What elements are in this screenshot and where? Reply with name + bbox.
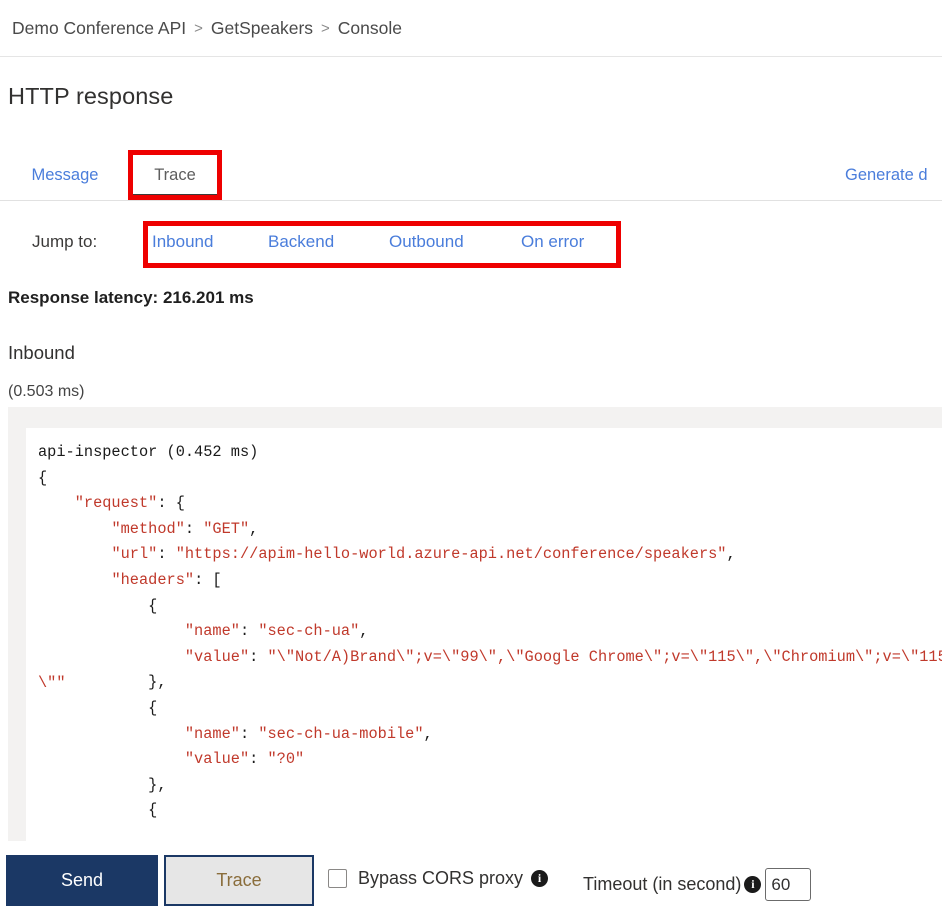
info-icon[interactable]: i [531,870,549,887]
breadcrumb-item-api[interactable]: Demo Conference API [12,18,186,39]
send-button[interactable]: Send [6,855,158,906]
timeout-input[interactable] [765,868,812,901]
breadcrumb-separator-icon: > [194,19,203,37]
generate-definition-link[interactable]: Generate d [845,152,928,198]
section-title-inbound: Inbound [8,342,75,363]
breadcrumb: Demo Conference API > GetSpeakers > Cons… [0,0,942,57]
jump-link-outbound[interactable]: Outbound [389,232,464,252]
jump-link-inbound[interactable]: Inbound [152,232,213,252]
tab-message[interactable]: Message [14,152,116,198]
response-latency: Response latency: 216.201 ms [8,288,254,307]
jump-link-backend[interactable]: Backend [268,232,334,252]
info-icon[interactable]: i [744,876,762,893]
breadcrumb-separator-icon: > [321,19,330,37]
section-duration-inbound: (0.503 ms) [8,383,85,400]
jump-to-label: Jump to: [32,232,98,251]
jump-link-on-error[interactable]: On error [521,232,584,252]
trace-code-panel[interactable]: api-inspector (0.452 ms) { "request": { … [8,407,942,841]
response-tabstrip: Message Trace Generate d [0,152,942,201]
trace-code-inner: api-inspector (0.452 ms) { "request": { … [26,428,942,841]
page-title: HTTP response [8,83,174,109]
timeout-group: Timeout (in second) i [583,868,812,901]
timeout-label: Timeout (in second) [583,874,742,894]
trace-code-wrapped-tail: \"" [38,674,66,692]
console-action-bar: Send Trace Bypass CORS proxy i Timeout (… [0,852,942,909]
bypass-cors-group: Bypass CORS proxy i [328,868,549,889]
bypass-cors-checkbox[interactable] [328,869,347,888]
tab-trace[interactable]: Trace [133,152,217,198]
bypass-cors-label: Bypass CORS proxy [358,868,524,888]
trace-code-text: api-inspector (0.452 ms) { "request": { … [38,443,942,820]
breadcrumb-item-operation[interactable]: GetSpeakers [211,18,313,39]
breadcrumb-item-console: Console [337,17,403,38]
trace-button[interactable]: Trace [164,855,314,906]
jump-to-row: Jump to: Inbound Backend Outbound On err… [0,225,942,265]
